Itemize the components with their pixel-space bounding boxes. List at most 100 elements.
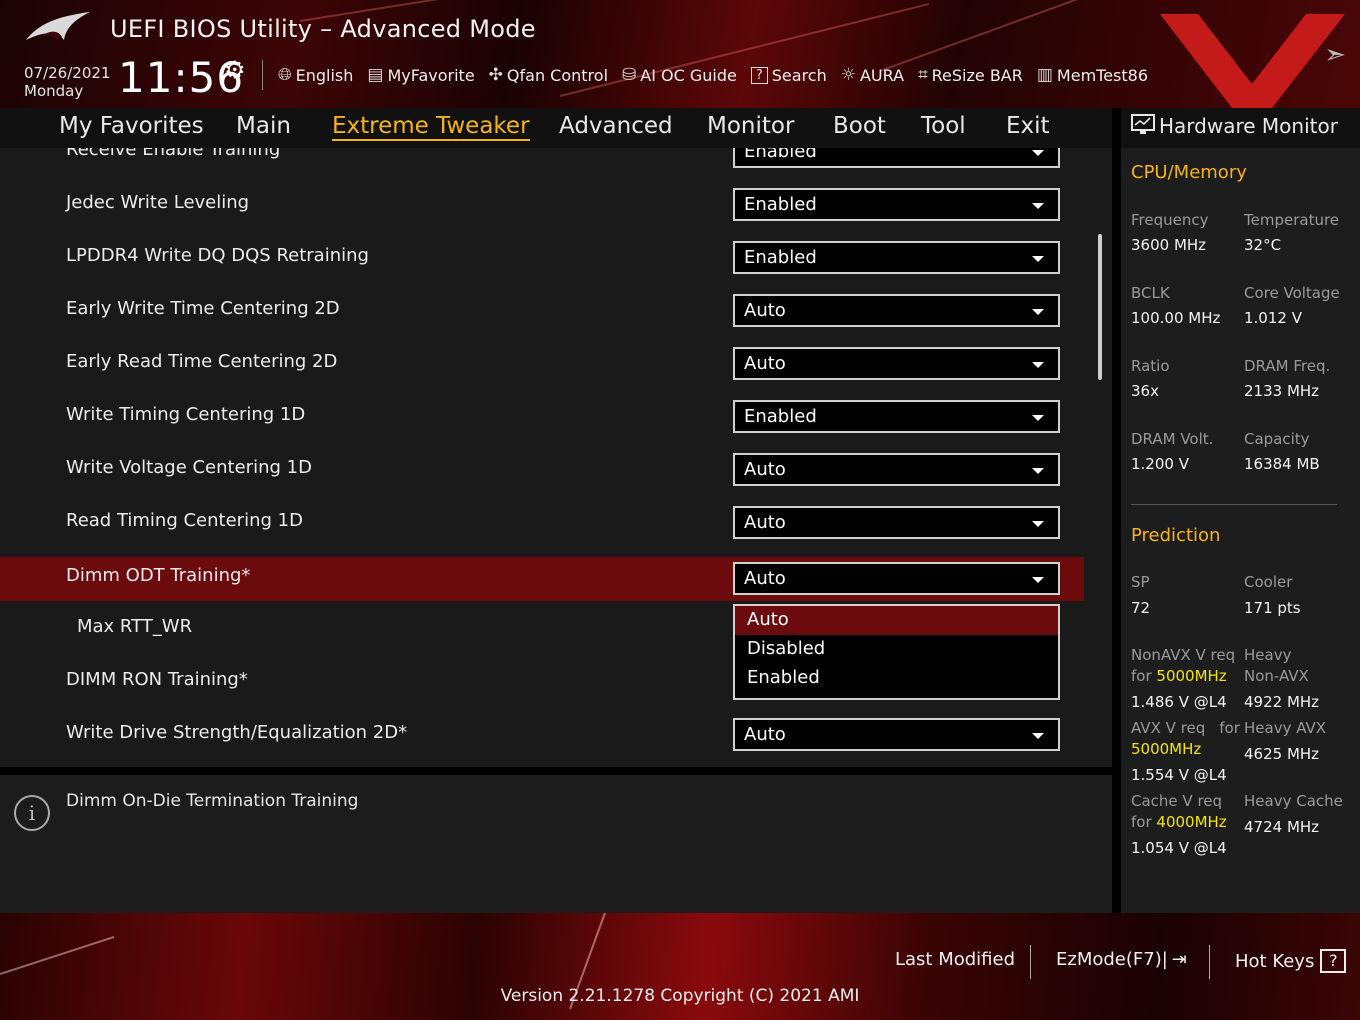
language-button[interactable]: 🌐︎ English	[278, 65, 353, 85]
setting-dropdown[interactable]: Enabled	[733, 148, 1060, 168]
resize-bar-icon: ⌗	[918, 65, 928, 85]
myfavorite-button[interactable]: ▤ MyFavorite	[367, 65, 474, 85]
tab-advanced[interactable]: Advanced	[559, 113, 673, 139]
chevron-down-icon	[1032, 256, 1044, 262]
setting-label: Max RTT_WR	[77, 616, 193, 637]
help-divider	[0, 767, 1112, 775]
dropdown-options-popup: Auto Disabled Enabled	[733, 604, 1060, 700]
tab-tool[interactable]: Tool	[921, 113, 966, 139]
chevron-down-icon	[1032, 203, 1044, 209]
setting-dropdown[interactable]: Auto	[733, 562, 1060, 595]
setting-row[interactable]: Read Timing Centering 1D Auto	[0, 500, 1084, 544]
ratio-value: 36x	[1131, 382, 1159, 400]
capacity-label: Capacity	[1244, 430, 1310, 448]
scrollbar-thumb[interactable]	[1098, 234, 1102, 380]
setting-row[interactable]: Write Voltage Centering 1D Auto	[0, 447, 1084, 491]
clock-settings-gear-icon[interactable]: ⚙	[224, 56, 246, 84]
sp-label: SP	[1131, 573, 1150, 591]
heavy-avx-label: Heavy AVX	[1244, 719, 1327, 737]
setting-dropdown[interactable]: Enabled	[733, 241, 1060, 274]
setting-dropdown[interactable]: Enabled	[733, 188, 1060, 221]
tab-monitor[interactable]: Monitor	[707, 113, 794, 139]
setting-dropdown[interactable]: Auto	[733, 506, 1060, 539]
header-divider	[262, 60, 263, 90]
aura-button[interactable]: ☼ AURA	[841, 65, 904, 85]
setting-row-selected[interactable]: Dimm ODT Training* Auto	[0, 557, 1084, 601]
heavy-cache-value: 4724 MHz	[1244, 818, 1320, 836]
setting-label: Jedec Write Leveling	[66, 192, 250, 213]
nonavx-vreq-value: 1.486 V @L4	[1131, 693, 1227, 711]
setting-dropdown[interactable]: Auto	[733, 294, 1060, 327]
info-icon: i	[14, 795, 50, 831]
hot-keys-button[interactable]: Hot Keys ?	[1235, 949, 1347, 973]
tab-extreme-tweaker[interactable]: Extreme Tweaker	[332, 113, 530, 141]
setting-label: Write Voltage Centering 1D	[66, 457, 312, 478]
heavy-avx-value: 4625 MHz	[1244, 745, 1320, 763]
resize-bar-button[interactable]: ⌗ ReSize BAR	[918, 65, 1023, 85]
setting-row[interactable]: Early Read Time Centering 2D Auto	[0, 341, 1084, 385]
dram-volt-label: DRAM Volt.	[1131, 430, 1214, 448]
setting-dropdown[interactable]: Auto	[733, 718, 1060, 751]
setting-label: DIMM RON Training*	[66, 669, 248, 690]
chevron-down-icon	[1032, 521, 1044, 527]
ai-oc-guide-button[interactable]: ⛁ AI OC Guide	[622, 65, 737, 85]
date-display: 07/26/2021 Monday	[24, 64, 110, 100]
tab-main[interactable]: Main	[236, 113, 291, 139]
setting-row[interactable]: LPDDR4 Write DQ DQS Retraining Enabled	[0, 235, 1084, 279]
rog-logo-icon	[26, 12, 90, 40]
setting-dropdown[interactable]: Auto	[733, 453, 1060, 486]
app-title: UEFI BIOS Utility – Advanced Mode	[110, 15, 536, 43]
chevron-down-icon	[1032, 150, 1044, 156]
setting-row[interactable]: Write Timing Centering 1D Enabled	[0, 394, 1084, 438]
hardware-monitor-panel: Hardware Monitor CPU/Memory Frequency 36…	[1121, 108, 1360, 913]
dram-freq-label: DRAM Freq.	[1244, 357, 1331, 375]
capacity-value: 16384 MB	[1244, 455, 1320, 473]
sp-value: 72	[1131, 599, 1151, 617]
tab-exit[interactable]: Exit	[1006, 113, 1050, 139]
footer-streak	[0, 935, 115, 975]
dropdown-option-enabled[interactable]: Enabled	[735, 664, 1058, 693]
favorite-icon: ▤	[367, 65, 384, 85]
hardware-monitor-divider	[1131, 504, 1337, 505]
temperature-label: Temperature	[1244, 211, 1340, 229]
setting-row[interactable]: Jedec Write Leveling Enabled	[0, 182, 1084, 226]
chevron-down-icon	[1032, 468, 1044, 474]
tab-my-favorites[interactable]: My Favorites	[59, 113, 204, 139]
ai-chip-icon: ⛁	[622, 65, 637, 85]
qfan-control-button[interactable]: ✣ Qfan Control	[489, 65, 608, 85]
help-text: Dimm On-Die Termination Training	[66, 791, 359, 811]
memtest-button[interactable]: ▥ MemTest86	[1037, 65, 1148, 85]
setting-dropdown[interactable]: Auto	[733, 347, 1060, 380]
cooler-label: Cooler	[1244, 573, 1293, 591]
exit-arrow-icon: ⇥	[1171, 949, 1187, 970]
dropdown-option-auto[interactable]: Auto	[735, 606, 1058, 635]
cursor-pointer-icon: ➣	[1324, 40, 1346, 70]
heavy-nonavx-label: Heavy Non-AVX	[1244, 646, 1309, 685]
setting-label: LPDDR4 Write DQ DQS Retraining	[66, 245, 369, 266]
ezmode-button[interactable]: EzMode(F7)| ⇥	[1056, 949, 1187, 970]
dram-volt-value: 1.200 V	[1131, 455, 1189, 473]
avx-vreq-value: 1.554 V @L4	[1131, 766, 1227, 784]
setting-row[interactable]: Write Drive Strength/Equalization 2D* Au…	[0, 712, 1084, 756]
setting-row[interactable]: Early Write Time Centering 2D Auto	[0, 288, 1084, 332]
last-modified-button[interactable]: Last Modified	[895, 949, 1015, 970]
tab-boot[interactable]: Boot	[833, 113, 886, 139]
version-text: Version 2.21.1278 Copyright (C) 2021 AMI	[500, 986, 860, 1006]
chevron-down-icon	[1032, 309, 1044, 315]
help-panel: i Dimm On-Die Termination Training	[0, 775, 1112, 913]
setting-dropdown[interactable]: Enabled	[733, 400, 1060, 433]
dropdown-option-disabled[interactable]: Disabled	[735, 635, 1058, 664]
search-button[interactable]: ? Search	[750, 66, 827, 85]
bclk-label: BCLK	[1131, 284, 1170, 302]
aura-icon: ☼	[840, 65, 856, 85]
setting-row[interactable]: Receive Enable Training Enabled	[0, 148, 1084, 173]
footer-bar: Last Modified EzMode(F7)| ⇥ Hot Keys ? V…	[0, 913, 1360, 1020]
nonavx-frequency: 5000MHz	[1156, 667, 1227, 685]
cooler-value: 171 pts	[1244, 599, 1301, 617]
monitor-icon	[1131, 114, 1155, 134]
chevron-down-icon	[1032, 415, 1044, 421]
core-voltage-value: 1.012 V	[1244, 309, 1302, 327]
fan-icon: ✣	[488, 65, 503, 85]
setting-label: Read Timing Centering 1D	[66, 510, 303, 531]
cpu-memory-title: CPU/Memory	[1131, 162, 1247, 183]
